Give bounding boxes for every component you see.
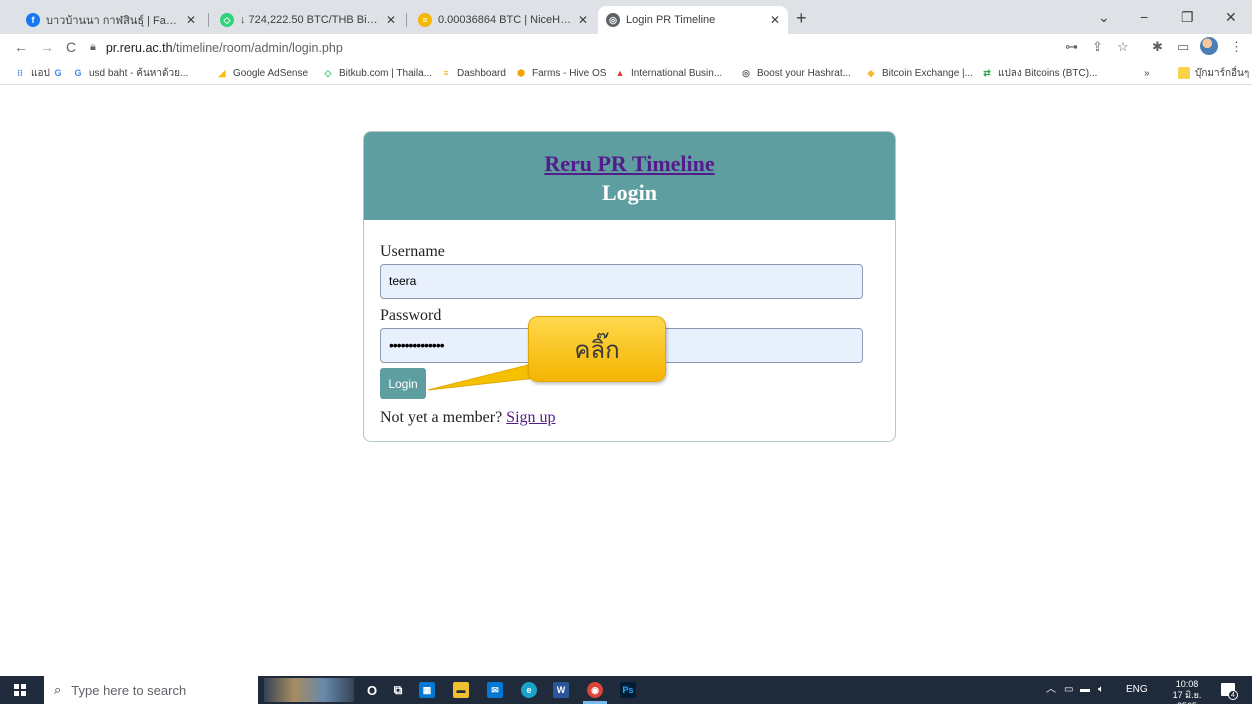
word-icon[interactable]: W bbox=[553, 682, 569, 698]
task-view-icon[interactable]: ⧉ bbox=[390, 682, 406, 698]
search-highlight-image bbox=[264, 678, 354, 702]
file-explorer-icon[interactable]: ▬ bbox=[453, 682, 469, 698]
callout-annotation: คลิ๊ก bbox=[528, 316, 666, 382]
chrome-icon[interactable]: ◉ bbox=[587, 682, 603, 698]
taskbar-search[interactable]: ⌕ Type here to search bbox=[44, 676, 258, 704]
battery-icon: ▭ bbox=[1064, 684, 1074, 695]
cortana-icon[interactable]: O bbox=[364, 682, 380, 698]
mail-icon[interactable]: ✉ bbox=[487, 682, 503, 698]
show-hidden-icons[interactable]: ︿ bbox=[1046, 684, 1056, 696]
screen: f บาวบ้านนา กาฬสินธุ์ | Facebook ✕ ◇ ↓ 7… bbox=[0, 0, 1252, 704]
volume-icon[interactable]: 🔈︎ bbox=[1098, 684, 1104, 696]
network-icon: ▬ bbox=[1080, 684, 1090, 695]
search-icon: ⌕ bbox=[54, 682, 62, 697]
windows-start-icon[interactable] bbox=[14, 684, 26, 696]
clock[interactable]: 10:08 17 มิ.ย. 2565 bbox=[1164, 679, 1210, 704]
input-language[interactable]: ENG bbox=[1126, 684, 1148, 696]
notification-count-badge: 4 bbox=[1228, 690, 1238, 700]
taskbar: ⌕ Type here to search O ⧉ ▦ ▬ ✉ e W ◉ Ps… bbox=[0, 676, 1252, 704]
search-placeholder: Type here to search bbox=[71, 682, 187, 698]
store-icon[interactable]: ▦ bbox=[419, 682, 435, 698]
clock-date: 17 มิ.ย. 2565 bbox=[1172, 690, 1202, 704]
clock-time: 10:08 bbox=[1175, 679, 1199, 689]
photoshop-icon[interactable]: Ps bbox=[620, 682, 636, 698]
edge-icon[interactable]: e bbox=[521, 682, 537, 698]
